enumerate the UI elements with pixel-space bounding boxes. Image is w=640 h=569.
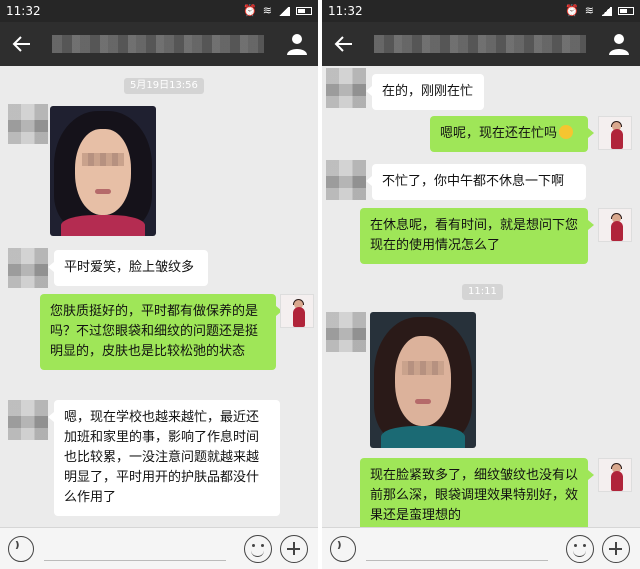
- contact-avatar[interactable]: [8, 248, 48, 288]
- signal-icon: [600, 6, 612, 16]
- message-bubble-in[interactable]: 平时爱笑，脸上皱纹多: [48, 250, 208, 286]
- message-input[interactable]: [44, 560, 226, 561]
- message-bubble-out[interactable]: 嗯呢，现在还在忙吗: [430, 116, 594, 152]
- message-text: 嗯呢，现在还在忙吗: [440, 126, 558, 141]
- plus-icon[interactable]: [602, 535, 630, 563]
- person-icon[interactable]: [608, 32, 630, 56]
- shared-photo[interactable]: [50, 106, 156, 236]
- voice-icon[interactable]: [330, 536, 356, 562]
- emoji-icon[interactable]: [566, 535, 594, 563]
- alarm-icon: ⏰: [565, 4, 579, 17]
- system-icons: ⏰ ≋: [565, 0, 634, 22]
- contact-avatar[interactable]: [8, 104, 48, 144]
- contact-avatar[interactable]: [326, 160, 366, 200]
- self-avatar[interactable]: [598, 116, 632, 150]
- wifi-icon: ≋: [262, 4, 272, 17]
- system-icons: ⏰ ≋: [243, 0, 312, 22]
- self-avatar[interactable]: [598, 208, 632, 242]
- message-bubble-out[interactable]: 在休息呢，看有时间，就是想问下您现在的使用情况怎么了: [360, 208, 594, 264]
- chat-screen-right: 11:32 ⏰ ≋ 在的，刚刚在忙 嗯呢，现在还在忙吗 不忙了，你中午都不休息一…: [322, 0, 640, 569]
- back-arrow-icon[interactable]: [332, 32, 356, 56]
- screens-container: 11:32 ⏰ ≋ 5月19日13:56 平时爱笑，脸上皱纹多 您肤质挺好的，平…: [0, 0, 640, 569]
- plus-icon[interactable]: [280, 535, 308, 563]
- input-bar: [322, 527, 640, 569]
- timestamp-pill: 5月19日13:56: [124, 78, 204, 94]
- voice-icon[interactable]: [8, 536, 34, 562]
- message-bubble-in[interactable]: 在的，刚刚在忙: [366, 74, 484, 110]
- wifi-icon: ≋: [584, 4, 594, 17]
- signal-icon: [278, 6, 290, 16]
- battery-icon: [618, 7, 634, 15]
- person-icon[interactable]: [286, 32, 308, 56]
- input-bar: [0, 527, 318, 569]
- chat-screen-left: 11:32 ⏰ ≋ 5月19日13:56 平时爱笑，脸上皱纹多 您肤质挺好的，平…: [0, 0, 318, 569]
- contact-avatar[interactable]: [8, 400, 48, 440]
- message-list[interactable]: 5月19日13:56 平时爱笑，脸上皱纹多 您肤质挺好的，平时都有做保养的是吗？…: [0, 66, 318, 527]
- battery-icon: [296, 7, 312, 15]
- emoji-icon[interactable]: [244, 535, 272, 563]
- self-avatar[interactable]: [280, 294, 314, 328]
- message-bubble-in[interactable]: 嗯，现在学校也越来越忙，最近还加班和家里的事，影响了作息时间也比较累，一没注意问…: [48, 400, 280, 516]
- contact-name-blurred: [374, 35, 586, 53]
- smile-emoji-icon: [559, 125, 574, 139]
- shared-photo[interactable]: [370, 312, 476, 448]
- back-arrow-icon[interactable]: [10, 32, 34, 56]
- message-bubble-out[interactable]: 现在脸紧致多了，细纹皱纹也没有以前那么深，眼袋调理效果特别好，效果还是蛮理想的: [360, 458, 594, 534]
- message-bubble-out[interactable]: 您肤质挺好的，平时都有做保养的是吗？不过您眼袋和细纹的问题还是挺明显的，皮肤也是…: [40, 294, 282, 370]
- status-time: 11:32: [328, 4, 363, 18]
- message-list[interactable]: 在的，刚刚在忙 嗯呢，现在还在忙吗 不忙了，你中午都不休息一下啊 在休息呢，看有…: [322, 66, 640, 534]
- timestamp-pill: 11:11: [462, 284, 503, 300]
- alarm-icon: ⏰: [243, 4, 257, 17]
- message-bubble-in[interactable]: 不忙了，你中午都不休息一下啊: [366, 164, 586, 200]
- status-bar: 11:32 ⏰ ≋: [322, 0, 640, 22]
- self-avatar[interactable]: [598, 458, 632, 492]
- message-input[interactable]: [366, 560, 548, 561]
- contact-avatar[interactable]: [326, 312, 366, 352]
- contact-avatar[interactable]: [326, 68, 366, 108]
- status-bar: 11:32 ⏰ ≋: [0, 0, 318, 22]
- chat-header: [0, 22, 318, 66]
- chat-header: [322, 22, 640, 66]
- contact-name-blurred: [52, 35, 264, 53]
- status-time: 11:32: [6, 4, 41, 18]
